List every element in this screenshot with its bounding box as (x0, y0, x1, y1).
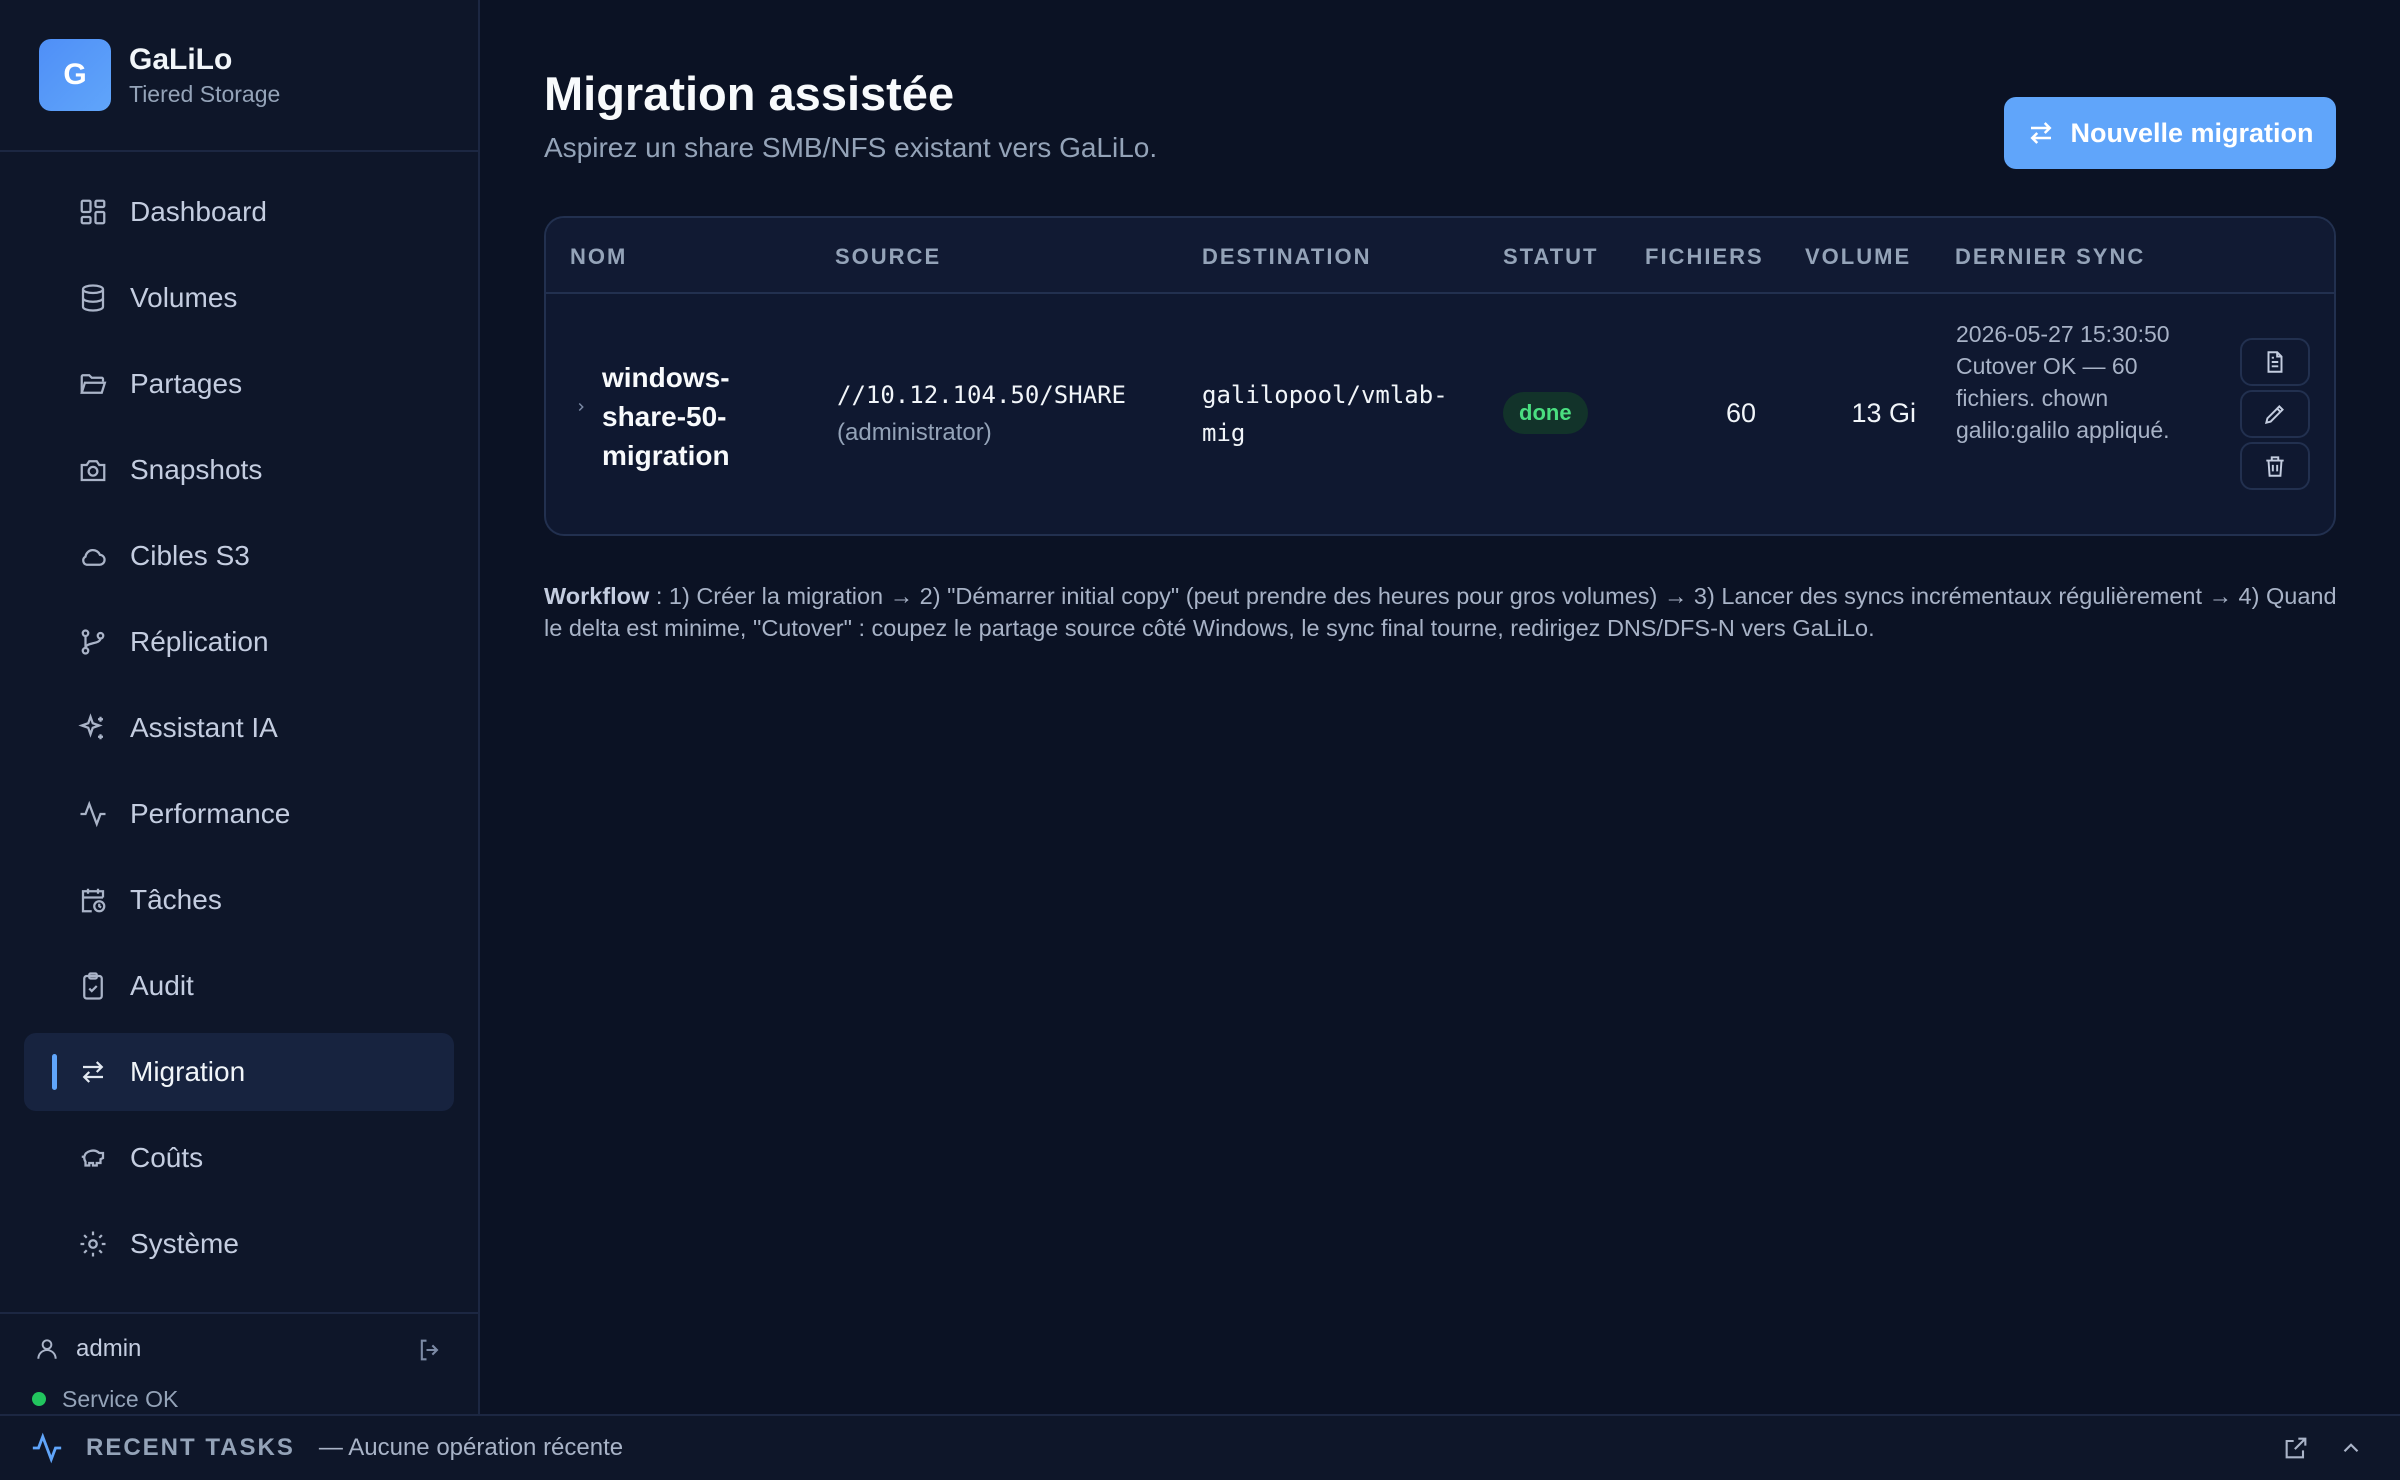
sidebar-item-taches[interactable]: Tâches (24, 861, 454, 939)
arrows-swap-icon (82, 1061, 104, 1083)
sidebar-item-label: Audit (130, 970, 194, 1001)
sidebar-item-label: Dashboard (130, 196, 267, 227)
brand-subtitle: Tiered Storage (129, 81, 281, 107)
edit-button[interactable] (2240, 390, 2310, 438)
migration-destination: galilopool/vmlab-mig (1202, 381, 1448, 447)
brand-name: GaLiLo (129, 43, 233, 76)
sidebar-footer: admin Service OK (0, 1312, 478, 1414)
workflow-note: Workflow : 1) Créer la migration → 2) "D… (544, 580, 2344, 644)
git-branch-icon (81, 629, 105, 655)
folder-icon (80, 374, 107, 394)
source-path: //10.12.104.50/SHARE (837, 381, 1126, 409)
file-text-icon (2267, 351, 2283, 373)
column-header-dernier-sync[interactable]: DERNIER SYNC (1955, 244, 2145, 270)
recent-tasks-message: — Aucune opération récente (318, 1434, 624, 1461)
database-icon (81, 284, 105, 312)
new-migration-button[interactable]: Nouvelle migration (2004, 97, 2336, 169)
column-header-statut[interactable]: STATUT (1503, 244, 1599, 270)
trash-icon (2266, 456, 2284, 477)
workflow-label: Workflow (544, 583, 650, 609)
migration-source: //10.12.104.50/SHARE (administrator) (837, 376, 1157, 452)
migration-volume: 13 Gi (1851, 398, 1916, 428)
cloud-icon (82, 548, 106, 566)
sidebar-item-label: Assistant IA (130, 712, 278, 743)
page-subtitle: Aspirez un share SMB/NFS existant vers G… (544, 132, 1158, 163)
page-title: Migration assistée (544, 67, 955, 120)
sidebar-item-performance[interactable]: Performance (24, 775, 454, 853)
chevron-right-icon[interactable] (574, 400, 588, 414)
sidebar-item-partages[interactable]: Partages (24, 345, 454, 423)
service-status-label: Service OK (62, 1386, 179, 1412)
sparkles-icon (78, 713, 103, 740)
clipboard-check-icon (83, 972, 103, 1000)
status-badge: done (1503, 392, 1588, 434)
sidebar-item-label: Cibles S3 (130, 540, 250, 571)
column-header-nom[interactable]: NOM (570, 244, 627, 270)
sidebar-item-assistant-ia[interactable]: Assistant IA (24, 689, 454, 767)
arrows-swap-icon (2030, 122, 2052, 144)
sidebar-item-cibles-s3[interactable]: Cibles S3 (24, 517, 454, 595)
gear-icon (80, 1231, 106, 1257)
sidebar-item-systeme[interactable]: Système (24, 1205, 454, 1283)
sidebar-item-label: Système (130, 1228, 239, 1259)
migrations-table: NOM SOURCE DESTINATION STATUT FICHIERS V… (544, 216, 2336, 536)
activity-icon (32, 1432, 62, 1464)
user-icon (37, 1339, 57, 1359)
migration-name[interactable]: windows-share-50-migration (602, 358, 752, 475)
logout-icon[interactable] (416, 1336, 444, 1364)
chevron-up-icon[interactable] (2338, 1435, 2364, 1461)
calendar-clock-icon (81, 888, 106, 913)
sidebar-item-label: Snapshots (130, 454, 263, 485)
sidebar-item-volumes[interactable]: Volumes (24, 259, 454, 337)
recent-tasks-bar[interactable]: RECENT TASKS — Aucune opération récente (0, 1414, 2400, 1480)
pencil-icon (2264, 405, 2284, 425)
username: admin (76, 1335, 142, 1362)
table-header: NOM SOURCE DESTINATION STATUT FICHIERS V… (546, 218, 2334, 294)
column-header-fichiers[interactable]: FICHIERS (1645, 244, 1764, 270)
external-link-icon[interactable] (2282, 1434, 2310, 1462)
service-status: Service OK (0, 1384, 478, 1414)
column-header-destination[interactable]: DESTINATION (1202, 244, 1371, 270)
sidebar-item-label: Migration (130, 1056, 246, 1087)
sidebar-item-migration[interactable]: Migration (24, 1033, 454, 1111)
sidebar-item-label: Volumes (130, 282, 238, 313)
sidebar-item-replication[interactable]: Réplication (24, 603, 454, 681)
user-row: admin (0, 1314, 478, 1384)
sidebar-item-label: Réplication (130, 626, 269, 657)
brand-logo[interactable]: G (39, 39, 111, 111)
table-row[interactable]: windows-share-50-migration //10.12.104.5… (546, 294, 2334, 534)
sidebar-item-audit[interactable]: Audit (24, 947, 454, 1025)
sidebar-item-snapshots[interactable]: Snapshots (24, 431, 454, 509)
delete-button[interactable] (2240, 442, 2310, 490)
sidebar-item-label: Partages (130, 368, 243, 399)
sidebar-item-label: Tâches (130, 884, 222, 915)
brand: G GaLiLo Tiered Storage (0, 0, 478, 152)
workflow-text: : 1) Créer la migration → 2) "Démarrer i… (544, 583, 2337, 641)
column-header-volume[interactable]: VOLUME (1805, 244, 1911, 270)
recent-tasks-label: RECENT TASKS (86, 1434, 295, 1461)
sidebar: G GaLiLo Tiered Storage Dashboard Volume… (0, 0, 480, 1414)
camera-icon (80, 460, 106, 482)
migration-last-sync: 2026-05-27 15:30:50 Cutover OK — 60 fich… (1956, 321, 2170, 443)
activity-icon (80, 800, 106, 828)
migration-files: 60 (1725, 398, 1756, 428)
new-migration-label: Nouvelle migration (2070, 117, 2314, 148)
status-dot (32, 1392, 46, 1406)
source-user: (administrator) (837, 419, 992, 446)
piggy-bank-icon (81, 1149, 105, 1167)
column-header-source[interactable]: SOURCE (835, 244, 941, 270)
dashboard-icon (80, 199, 106, 225)
sidebar-item-label: Coûts (130, 1142, 204, 1173)
sidebar-item-label: Performance (130, 798, 291, 829)
sidebar-nav: Dashboard Volumes Partages Snapshots Cib… (0, 152, 478, 1283)
sidebar-item-couts[interactable]: Coûts (24, 1119, 454, 1197)
view-log-button[interactable] (2240, 338, 2310, 386)
sidebar-item-dashboard[interactable]: Dashboard (24, 173, 454, 251)
